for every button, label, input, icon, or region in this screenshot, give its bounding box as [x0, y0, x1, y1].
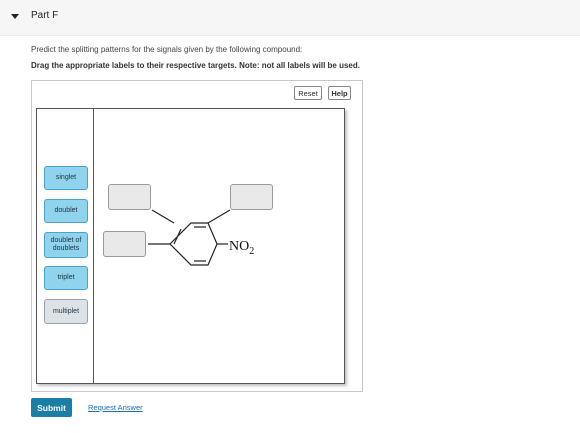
- label-doublet[interactable]: doublet: [44, 199, 88, 223]
- nitrobenzene-structure: NO2: [148, 209, 254, 266]
- ring-double-bond: [173, 228, 182, 245]
- label-triplet[interactable]: triplet: [44, 266, 88, 290]
- nitro-group-label: NO2: [229, 239, 254, 257]
- label-bank-divider: [93, 108, 94, 384]
- part-title: Part F: [31, 10, 59, 21]
- submit-button[interactable]: Submit: [31, 398, 72, 417]
- connector-line: [207, 209, 231, 224]
- label-multiplet[interactable]: multiplet: [44, 299, 88, 324]
- part-header[interactable]: Part F: [0, 0, 580, 36]
- label-doublet-of-doublets[interactable]: doublet of doublets: [44, 232, 88, 258]
- help-button[interactable]: Help: [328, 86, 351, 100]
- benzene-ring: [169, 222, 218, 266]
- request-answer-link[interactable]: Request Answer: [88, 403, 143, 412]
- question-prompt: Predict the splitting patterns for the s…: [31, 45, 303, 54]
- label-singlet[interactable]: singlet: [44, 166, 88, 190]
- connector-line: [151, 209, 175, 224]
- drag-instructions: Drag the appropriate labels to their res…: [31, 61, 360, 70]
- reset-button[interactable]: Reset: [294, 86, 322, 100]
- caret-down-icon[interactable]: [11, 14, 19, 19]
